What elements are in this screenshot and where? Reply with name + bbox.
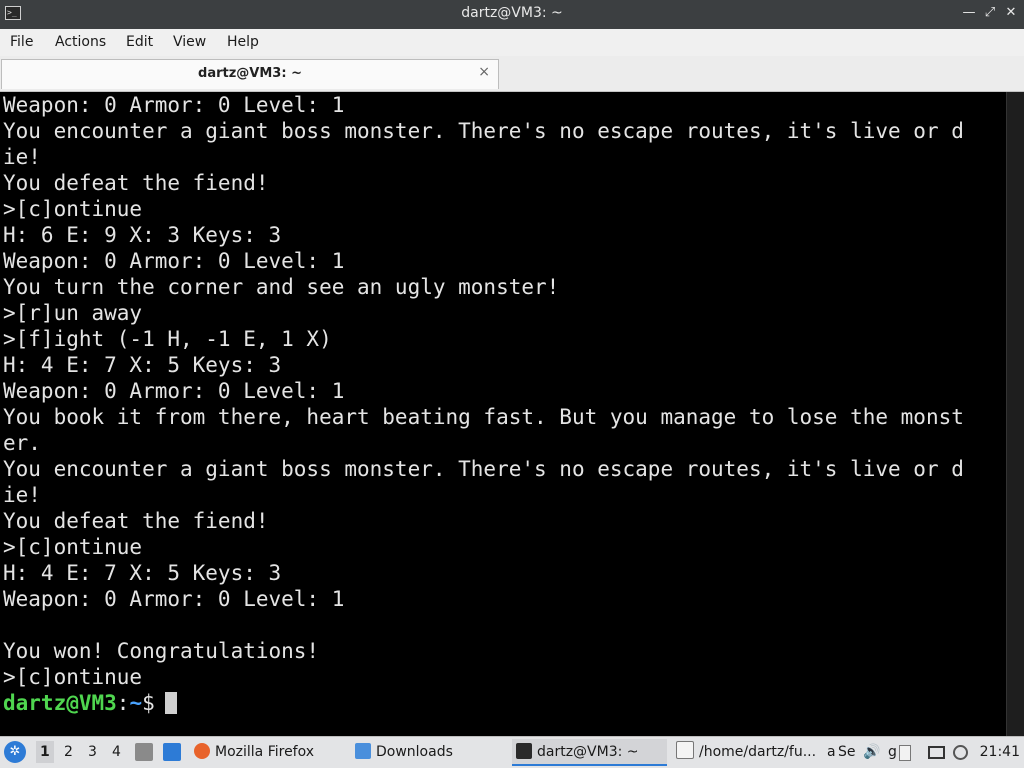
- terminal-line: >[c]ontinue: [3, 665, 143, 689]
- text-cursor: [164, 692, 177, 714]
- terminal-line: >[r]un away: [3, 301, 143, 325]
- terminal-line: >[c]ontinue: [3, 535, 143, 559]
- shell-prompt[interactable]: dartz@VM3:~$: [3, 690, 177, 716]
- tab-bar: dartz@VM3: ~ ×: [0, 56, 1024, 92]
- taskbar: ✲ 1 2 3 4 Mozilla Firefox Downloads dart…: [0, 736, 1024, 768]
- volume-icon[interactable]: 🔊: [863, 744, 880, 760]
- terminal-line: >[c]ontinue: [3, 197, 143, 221]
- terminal-line: Weapon: 0 Armor: 0 Level: 1: [3, 249, 345, 273]
- terminal-scrollbar[interactable]: [1006, 92, 1024, 736]
- tray-search-app[interactable]: Se: [838, 744, 860, 760]
- tab-close-icon[interactable]: ×: [478, 64, 490, 80]
- terminal-line: H: 6 E: 9 X: 3 Keys: 3: [3, 223, 282, 247]
- terminal-line: You turn the corner and see an ugly mons…: [3, 275, 560, 299]
- terminal-output[interactable]: Weapon: 0 Armor: 0 Level: 1 You encounte…: [0, 92, 1006, 736]
- prompt-separator: :: [116, 691, 130, 715]
- window-title: dartz@VM3: ~: [461, 5, 563, 21]
- terminal-line: You won! Congratulations!: [3, 639, 320, 663]
- workspace-4[interactable]: 4: [112, 744, 121, 760]
- tray-truncated-text: a: [827, 744, 836, 760]
- task-firefox[interactable]: Mozilla Firefox: [194, 739, 344, 766]
- task-label: dartz@VM3: ~: [537, 744, 639, 760]
- text-editor-icon: [676, 741, 694, 759]
- menu-actions[interactable]: Actions: [55, 34, 106, 50]
- terminal-line: You book it from there, heart beating fa…: [3, 405, 964, 429]
- terminal-line: Weapon: 0 Armor: 0 Level: 1: [3, 379, 345, 403]
- network-icon[interactable]: [953, 745, 968, 760]
- prompt-path: ~: [129, 691, 143, 715]
- task-label: /home/dartz/fu...: [699, 744, 817, 760]
- maximize-button[interactable]: ⤢: [981, 4, 999, 22]
- firefox-icon: [194, 743, 210, 759]
- terminal-line: Weapon: 0 Armor: 0 Level: 1: [3, 587, 345, 611]
- terminal-icon: [516, 743, 532, 759]
- start-menu-icon[interactable]: ✲: [4, 741, 26, 763]
- display-icon[interactable]: [928, 746, 945, 759]
- window-titlebar[interactable]: >_ dartz@VM3: ~ — ⤢ ✕: [0, 0, 1024, 29]
- menu-bar: File Actions Edit View Help: [0, 29, 1024, 56]
- task-terminal[interactable]: dartz@VM3: ~: [512, 739, 667, 766]
- prompt-user-host: dartz@VM3: [3, 691, 117, 715]
- clock[interactable]: 21:41: [980, 744, 1020, 760]
- workspace-2[interactable]: 2: [64, 744, 73, 760]
- terminal-line: H: 4 E: 7 X: 5 Keys: 3: [3, 353, 282, 377]
- workspace-1[interactable]: 1: [36, 741, 54, 763]
- menu-file[interactable]: File: [10, 34, 33, 50]
- close-button[interactable]: ✕: [1002, 4, 1020, 22]
- terminal-line: ie!: [3, 483, 41, 507]
- workspace-3[interactable]: 3: [88, 744, 97, 760]
- terminal-line: H: 4 E: 7 X: 5 Keys: 3: [3, 561, 282, 585]
- task-label: Downloads: [376, 744, 453, 760]
- terminal-line: You defeat the fiend!: [3, 509, 269, 533]
- minimize-button[interactable]: —: [960, 4, 978, 22]
- task-label: Mozilla Firefox: [215, 744, 315, 760]
- tray-truncated-g[interactable]: g: [888, 744, 897, 760]
- menu-view[interactable]: View: [173, 34, 206, 50]
- terminal-line: >[f]ight (-1 H, -1 E, 1 X): [3, 327, 332, 351]
- tab-terminal[interactable]: dartz@VM3: ~ ×: [1, 59, 499, 89]
- task-downloads[interactable]: Downloads: [355, 739, 505, 766]
- menu-edit[interactable]: Edit: [126, 34, 153, 50]
- terminal-line: You defeat the fiend!: [3, 171, 269, 195]
- terminal-line: Weapon: 0 Armor: 0 Level: 1: [3, 93, 345, 117]
- terminal-line: ie!: [3, 145, 41, 169]
- tab-label: dartz@VM3: ~: [198, 66, 302, 81]
- task-text-editor[interactable]: /home/dartz/fu...: [676, 739, 826, 766]
- terminal-line: er.: [3, 431, 41, 455]
- terminal-line: You encounter a giant boss monster. Ther…: [3, 457, 964, 481]
- terminal-line: You encounter a giant boss monster. Ther…: [3, 119, 964, 143]
- folder-icon: [355, 743, 371, 759]
- show-desktop-icon[interactable]: [163, 743, 181, 761]
- prompt-symbol: $: [142, 691, 155, 715]
- file-manager-launcher-icon[interactable]: [135, 743, 153, 761]
- clipboard-icon[interactable]: [899, 745, 911, 761]
- menu-help[interactable]: Help: [227, 34, 259, 50]
